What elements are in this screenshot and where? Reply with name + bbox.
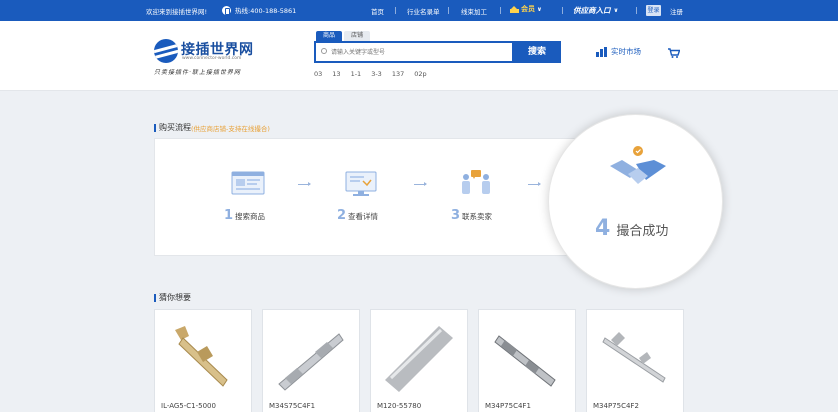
heading-bar — [154, 123, 156, 132]
nav-home[interactable]: 首页 — [371, 6, 384, 16]
product-image — [599, 322, 671, 394]
cart-icon[interactable] — [668, 48, 680, 58]
arrow-icon — [414, 182, 427, 186]
step-number: 2 — [337, 208, 347, 223]
divider — [395, 7, 396, 14]
login-button[interactable]: 登录 — [646, 5, 661, 16]
step-number: 3 — [451, 208, 461, 223]
search-page-icon — [231, 171, 265, 195]
product-name: IL-AG5-C1-5000 — [161, 402, 216, 410]
monitor-icon — [345, 171, 377, 196]
header: 接插世界网 www.connector-world.com 只卖接插件·联上接插… — [0, 21, 838, 91]
crown-icon — [510, 5, 519, 13]
step-4: 4 撮合成功 — [595, 216, 668, 241]
top-bar: 欢迎来到接插世界网! 热线:400-188-5861 首页 行业名录单 线束加工… — [0, 0, 838, 21]
step-number: 4 — [595, 216, 611, 241]
heading-bar — [154, 293, 156, 302]
slogan: 只卖接插件·联上接插世界网 — [154, 69, 241, 76]
hot-keyword[interactable]: 02p — [414, 70, 426, 78]
supplier-label: 供应商入口 — [573, 6, 611, 15]
contact-people-icon — [462, 170, 490, 194]
product-card[interactable]: M34S75C4F1 — [262, 309, 360, 412]
product-name: M120-55780 — [377, 402, 422, 410]
hotline: 热线:400-188-5861 — [222, 5, 296, 15]
step-1: 1 搜索商品 — [224, 208, 265, 223]
step-3: 3 联系卖家 — [451, 208, 492, 223]
step-label: 搜索商品 — [235, 212, 266, 221]
market-label: 实时市场 — [611, 47, 641, 56]
vip-menu[interactable]: 会员 ∨ — [510, 4, 542, 14]
hot-keywords: 03 13 1-1 3-3 137 02p — [314, 70, 427, 78]
product-image — [491, 322, 563, 394]
product-card[interactable]: M34P75C4F2 — [586, 309, 684, 412]
arrow-icon — [298, 182, 311, 186]
hot-keyword[interactable]: 3-3 — [371, 70, 382, 78]
nav-directory[interactable]: 行业名录单 — [407, 6, 440, 16]
market-chart-icon — [596, 46, 608, 57]
search-icon — [321, 48, 327, 54]
divider — [636, 7, 637, 14]
process-title: 购买流程 — [159, 123, 191, 132]
search-tabs: 商品 店铺 — [316, 31, 371, 41]
divider — [562, 7, 563, 14]
hot-keyword[interactable]: 13 — [332, 70, 340, 78]
supplier-entry[interactable]: 供应商入口 ∨ — [573, 5, 618, 16]
logo-icon[interactable] — [154, 39, 178, 63]
divider — [448, 7, 449, 14]
hot-keyword[interactable]: 1-1 — [351, 70, 362, 78]
step-label: 查看详情 — [348, 212, 379, 221]
tab-shops[interactable]: 店铺 — [344, 31, 371, 41]
nav-harness[interactable]: 线束加工 — [461, 6, 487, 16]
success-highlight — [548, 114, 723, 289]
recommend-heading: 猜你想要 — [154, 292, 191, 303]
phone-icon — [222, 5, 231, 15]
search-box — [314, 41, 514, 63]
product-name: M34S75C4F1 — [269, 402, 316, 410]
handshake-icon — [610, 146, 666, 184]
hotline-text: 热线:400-188-5861 — [235, 7, 297, 15]
product-image — [275, 322, 347, 394]
market-link[interactable]: 实时市场 — [596, 46, 641, 57]
process-heading: 购买流程 (供应商店铺-支持在线撮合) — [154, 122, 270, 133]
process-subtitle: (供应商店铺-支持在线撮合) — [191, 124, 270, 133]
hot-keyword[interactable]: 137 — [392, 70, 404, 78]
product-image — [383, 322, 455, 394]
product-card[interactable]: M34P75C4F1 — [478, 309, 576, 412]
logo-url: www.connector-world.com — [182, 56, 242, 61]
product-card[interactable]: IL-AG5-C1-5000 — [154, 309, 252, 412]
welcome-text: 欢迎来到接插世界网! — [146, 8, 208, 16]
step-number: 1 — [224, 208, 234, 223]
chevron-down-icon: ∨ — [613, 7, 619, 14]
divider — [500, 7, 501, 14]
product-card[interactable]: M120-55780 — [370, 309, 468, 412]
vip-label: 会员 — [521, 5, 535, 13]
search-input[interactable] — [331, 46, 511, 58]
register-link[interactable]: 注册 — [670, 6, 683, 16]
hot-keyword[interactable]: 03 — [314, 70, 322, 78]
search-button[interactable]: 搜索 — [513, 41, 561, 63]
product-image — [167, 322, 239, 394]
step-label: 联系卖家 — [462, 212, 493, 221]
recommend-title: 猜你想要 — [159, 293, 191, 302]
step-label: 撮合成功 — [616, 224, 669, 239]
tab-products[interactable]: 商品 — [316, 31, 343, 41]
product-name: M34P75C4F1 — [485, 402, 531, 410]
arrow-icon — [528, 182, 541, 186]
chevron-down-icon: ∨ — [537, 5, 542, 13]
step-2: 2 查看详情 — [337, 208, 378, 223]
product-name: M34P75C4F2 — [593, 402, 639, 410]
